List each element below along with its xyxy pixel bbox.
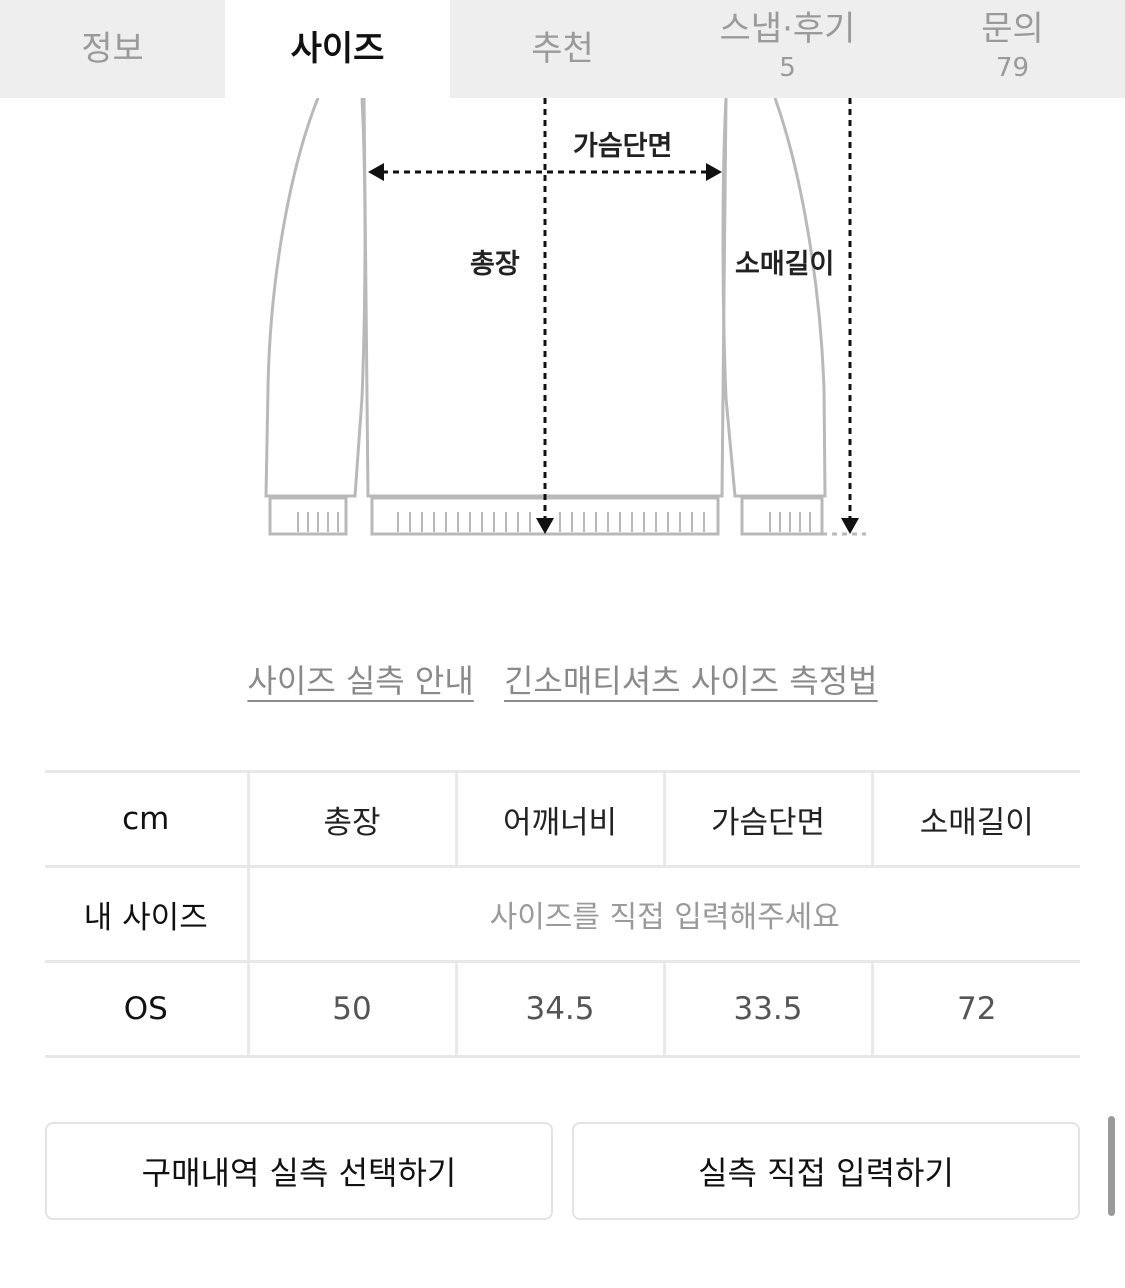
tab-size[interactable]: 사이즈 bbox=[225, 0, 450, 98]
enter-measurement-button[interactable]: 실측 직접 입력하기 bbox=[572, 1122, 1080, 1220]
tab-label: 추천 bbox=[531, 29, 594, 69]
tab-label: 정보 bbox=[81, 29, 144, 69]
tab-recommend[interactable]: 추천 bbox=[450, 0, 675, 98]
tab-info[interactable]: 정보 bbox=[0, 0, 225, 98]
size-value: 72 bbox=[870, 960, 1080, 1058]
table-header-row: cm 총장 어깨너비 가슴단면 소매길이 bbox=[45, 770, 1080, 868]
tab-label: 문의 bbox=[981, 9, 1044, 49]
my-size-label: 내 사이즈 bbox=[45, 865, 248, 963]
column-header: 어깨너비 bbox=[454, 770, 664, 868]
size-value: 33.5 bbox=[662, 960, 872, 1058]
column-header: 가슴단면 bbox=[662, 770, 872, 868]
sweatshirt-outline-illustration bbox=[264, 98, 866, 536]
size-diagram: 가슴단면 총장 소매길이 bbox=[0, 98, 1125, 568]
measure-method-link[interactable]: 긴소매티셔츠 사이즈 측정법 bbox=[504, 662, 878, 700]
size-guide-links: 사이즈 실측 안내 긴소매티셔츠 사이즈 측정법 bbox=[0, 656, 1125, 702]
button-label: 실측 직접 입력하기 bbox=[698, 1154, 954, 1192]
my-size-row: 내 사이즈 사이즈를 직접 입력해주세요 bbox=[45, 865, 1080, 963]
tab-label: 사이즈 bbox=[290, 29, 385, 69]
tab-count: 5 bbox=[779, 53, 796, 83]
my-size-input[interactable]: 사이즈를 직접 입력해주세요 bbox=[246, 865, 1080, 963]
select-from-purchase-button[interactable]: 구매내역 실측 선택하기 bbox=[45, 1122, 553, 1220]
size-guide-link[interactable]: 사이즈 실측 안내 bbox=[247, 662, 473, 700]
size-value: 34.5 bbox=[454, 960, 664, 1058]
scrollbar[interactable] bbox=[1108, 1116, 1115, 1216]
column-header: 소매길이 bbox=[870, 770, 1080, 868]
tab-snap-review[interactable]: 스냅·후기 5 bbox=[675, 0, 900, 98]
tab-count: 79 bbox=[995, 53, 1030, 83]
table-row: OS 50 34.5 33.5 72 bbox=[45, 960, 1080, 1058]
sleeve-length-label: 소매길이 bbox=[735, 249, 835, 280]
chest-width-label: 가슴단면 bbox=[573, 131, 673, 162]
total-length-label: 총장 bbox=[470, 249, 520, 280]
tab-bar: 정보 사이즈 추천 스냅·후기 5 문의 79 bbox=[0, 0, 1125, 98]
unit-header: cm bbox=[45, 770, 248, 868]
size-table: cm 총장 어깨너비 가슴단면 소매길이 내 사이즈 사이즈를 직접 입력해주세… bbox=[45, 770, 1080, 1058]
column-header: 총장 bbox=[246, 770, 456, 868]
tab-inquiry[interactable]: 문의 79 bbox=[900, 0, 1125, 98]
button-label: 구매내역 실측 선택하기 bbox=[141, 1154, 457, 1192]
size-name: OS bbox=[45, 960, 248, 1058]
tab-label: 스냅·후기 bbox=[719, 9, 856, 49]
size-value: 50 bbox=[246, 960, 456, 1058]
